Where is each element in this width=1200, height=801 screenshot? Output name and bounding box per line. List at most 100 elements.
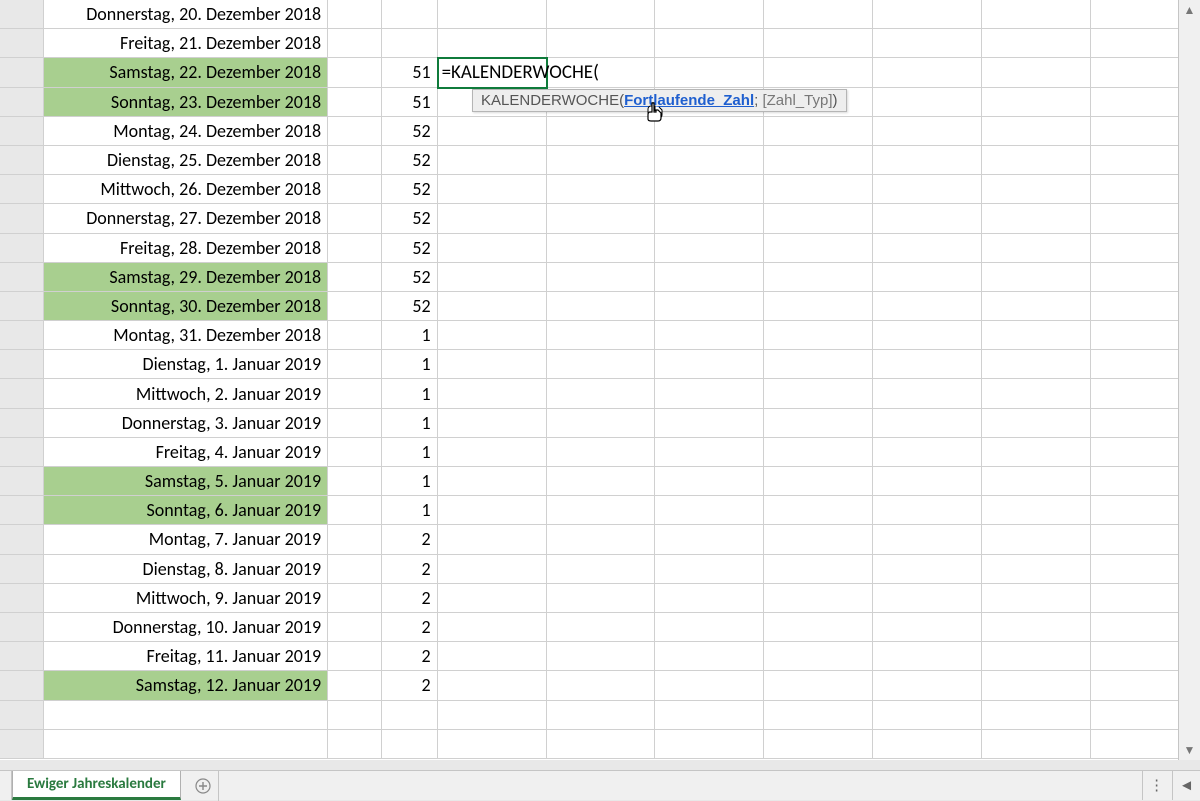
cell[interactable]: [655, 642, 764, 671]
cell[interactable]: [982, 730, 1091, 759]
cell[interactable]: [764, 175, 873, 204]
empty-cell[interactable]: [328, 350, 382, 379]
cell[interactable]: [438, 175, 547, 204]
cell[interactable]: [547, 701, 656, 730]
formula-tooltip[interactable]: KALENDERWOCHE(Fortlaufende_Zahl; [Zahl_T…: [472, 89, 847, 112]
cell[interactable]: [438, 584, 547, 613]
date-cell[interactable]: Freitag, 21. Dezember 2018: [44, 29, 328, 58]
cell[interactable]: [655, 701, 764, 730]
week-number-cell[interactable]: [382, 0, 438, 29]
cell[interactable]: [438, 234, 547, 263]
cell[interactable]: [764, 263, 873, 292]
cell[interactable]: [982, 29, 1091, 58]
cell[interactable]: [982, 409, 1091, 438]
cell[interactable]: [438, 730, 547, 759]
week-number-cell[interactable]: 52: [382, 234, 438, 263]
week-number-cell[interactable]: 2: [382, 584, 438, 613]
row-margin[interactable]: [0, 671, 44, 700]
date-cell[interactable]: Dienstag, 1. Januar 2019: [44, 350, 328, 379]
date-cell[interactable]: Sonntag, 6. Januar 2019: [44, 496, 328, 525]
cell[interactable]: [764, 234, 873, 263]
cell[interactable]: [764, 321, 873, 350]
cell[interactable]: [438, 204, 547, 233]
tooltip-arg-optional[interactable]: [Zahl_Typ]: [762, 92, 832, 109]
cell[interactable]: [764, 409, 873, 438]
cell[interactable]: [873, 701, 982, 730]
cell[interactable]: [655, 292, 764, 321]
cell[interactable]: [764, 292, 873, 321]
empty-cell[interactable]: [328, 496, 382, 525]
cell[interactable]: [764, 555, 873, 584]
empty-cell[interactable]: [328, 730, 382, 759]
cell[interactable]: [873, 642, 982, 671]
cell[interactable]: [655, 58, 764, 87]
cell[interactable]: [982, 642, 1091, 671]
cell[interactable]: [873, 29, 982, 58]
row-margin[interactable]: [0, 467, 44, 496]
cell[interactable]: [547, 175, 656, 204]
cell[interactable]: [982, 58, 1091, 87]
cell[interactable]: [873, 409, 982, 438]
row-margin[interactable]: [0, 292, 44, 321]
cell[interactable]: [873, 379, 982, 408]
row-margin[interactable]: [0, 263, 44, 292]
week-number-cell[interactable]: 2: [382, 613, 438, 642]
empty-cell[interactable]: [328, 88, 382, 117]
week-number-cell[interactable]: 2: [382, 671, 438, 700]
cell[interactable]: [982, 671, 1091, 700]
cell[interactable]: [873, 234, 982, 263]
cell[interactable]: [764, 117, 873, 146]
cell[interactable]: [982, 146, 1091, 175]
cell[interactable]: [438, 525, 547, 554]
cell[interactable]: [982, 467, 1091, 496]
cell[interactable]: [982, 204, 1091, 233]
date-cell[interactable]: Mittwoch, 2. Januar 2019: [44, 379, 328, 408]
cell[interactable]: [764, 496, 873, 525]
cell[interactable]: [655, 467, 764, 496]
cell[interactable]: [547, 642, 656, 671]
cell[interactable]: [547, 204, 656, 233]
empty-cell[interactable]: [328, 409, 382, 438]
row-margin[interactable]: [0, 613, 44, 642]
cell[interactable]: [655, 613, 764, 642]
week-number-cell[interactable]: 1: [382, 409, 438, 438]
scroll-left-icon[interactable]: ◄: [1172, 771, 1200, 800]
cell[interactable]: [873, 292, 982, 321]
cell[interactable]: [547, 671, 656, 700]
cell[interactable]: [982, 234, 1091, 263]
week-number-cell[interactable]: 1: [382, 438, 438, 467]
date-cell[interactable]: Sonntag, 30. Dezember 2018: [44, 292, 328, 321]
date-cell[interactable]: Dienstag, 8. Januar 2019: [44, 555, 328, 584]
cell[interactable]: [982, 292, 1091, 321]
cell[interactable]: [982, 701, 1091, 730]
date-cell[interactable]: Freitag, 4. Januar 2019: [44, 438, 328, 467]
row-margin[interactable]: [0, 379, 44, 408]
cell[interactable]: [655, 379, 764, 408]
cell[interactable]: [547, 496, 656, 525]
cell[interactable]: [873, 613, 982, 642]
empty-cell[interactable]: [328, 613, 382, 642]
cell[interactable]: [873, 525, 982, 554]
date-cell[interactable]: Samstag, 5. Januar 2019: [44, 467, 328, 496]
week-number-cell[interactable]: [382, 730, 438, 759]
week-number-cell[interactable]: 52: [382, 204, 438, 233]
row-margin[interactable]: [0, 204, 44, 233]
date-cell[interactable]: Montag, 31. Dezember 2018: [44, 321, 328, 350]
cell[interactable]: [655, 146, 764, 175]
week-number-cell[interactable]: 2: [382, 525, 438, 554]
cell[interactable]: [438, 467, 547, 496]
date-cell[interactable]: Mittwoch, 26. Dezember 2018: [44, 175, 328, 204]
cell[interactable]: [764, 350, 873, 379]
date-cell[interactable]: Samstag, 29. Dezember 2018: [44, 263, 328, 292]
date-cell[interactable]: [44, 701, 328, 730]
cell[interactable]: [438, 496, 547, 525]
cell[interactable]: [873, 584, 982, 613]
cell[interactable]: [438, 292, 547, 321]
empty-cell[interactable]: [328, 58, 382, 87]
cell[interactable]: [764, 58, 873, 87]
cell[interactable]: [764, 613, 873, 642]
cell[interactable]: [873, 175, 982, 204]
cell[interactable]: [873, 117, 982, 146]
date-cell[interactable]: Freitag, 11. Januar 2019: [44, 642, 328, 671]
week-number-cell[interactable]: 1: [382, 350, 438, 379]
